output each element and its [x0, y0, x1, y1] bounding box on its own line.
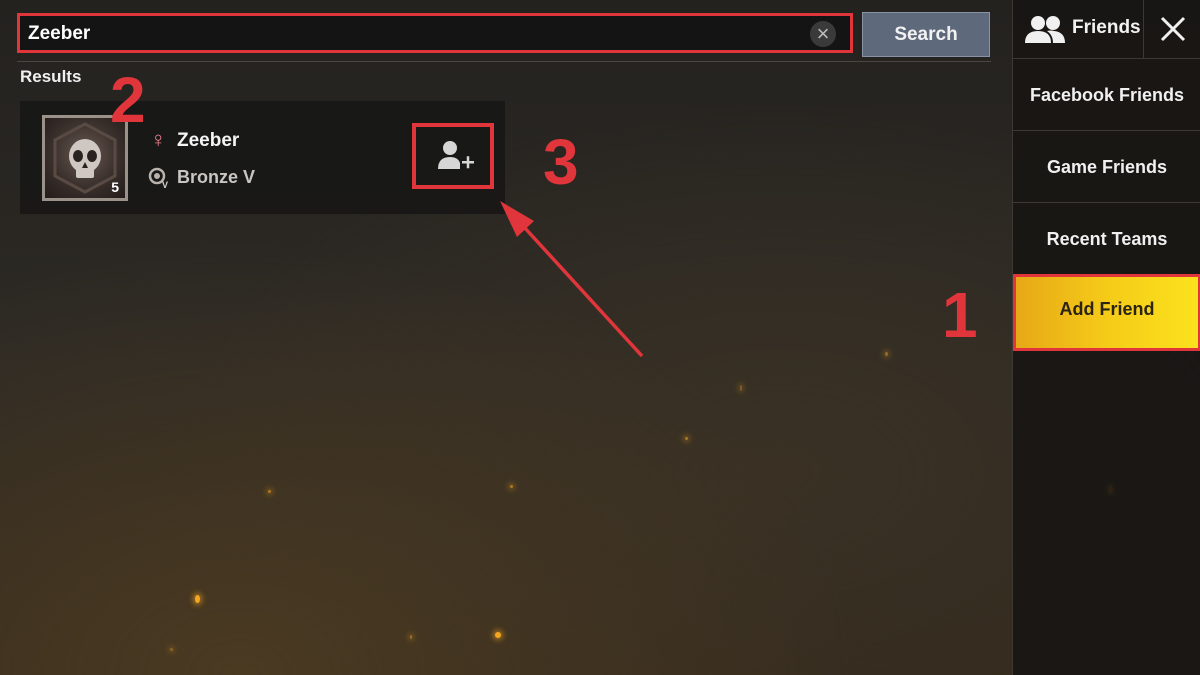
- side-panel: Friends Facebook Friends Game Friends Re…: [1012, 0, 1200, 675]
- ember-particle: [268, 490, 271, 493]
- tab-friends[interactable]: Friends: [1013, 0, 1143, 58]
- friends-icon: [1025, 16, 1065, 43]
- ember-particle: [410, 635, 412, 639]
- sidebar-item-facebook-friends[interactable]: Facebook Friends: [1013, 60, 1200, 131]
- result-card[interactable]: 5 ♀ Zeeber V Bronze V: [20, 101, 505, 214]
- add-friend-icon-button[interactable]: [412, 123, 494, 189]
- ember-particle: [495, 632, 501, 638]
- panel-header: Friends: [1013, 0, 1200, 59]
- close-button[interactable]: [1143, 0, 1200, 58]
- close-icon: [1160, 16, 1186, 42]
- ember-particle: [885, 352, 888, 356]
- avatar-level: 5: [111, 179, 119, 195]
- step-number-2: 2: [110, 64, 146, 136]
- friends-label: Friends: [1072, 17, 1141, 38]
- search-box[interactable]: ×: [17, 13, 853, 53]
- sidebar-item-recent-teams[interactable]: Recent Teams: [1013, 204, 1200, 275]
- ember-particle: [195, 595, 200, 603]
- bronze-rank-icon: V: [148, 167, 168, 189]
- add-user-icon: [438, 141, 474, 169]
- search-button[interactable]: Search: [862, 12, 990, 57]
- sidebar-item-add-friend[interactable]: Add Friend: [1013, 274, 1200, 351]
- search-input[interactable]: [26, 20, 800, 48]
- results-label: Results: [20, 67, 82, 86]
- ember-particle: [510, 485, 513, 488]
- ember-particle: [740, 385, 742, 391]
- ember-particle: [170, 648, 173, 651]
- ember-particle: [685, 437, 688, 440]
- step-number-3: 3: [543, 126, 579, 198]
- step-number-1: 1: [942, 279, 978, 351]
- rank-name: Bronze V: [177, 167, 256, 187]
- close-icon[interactable]: ×: [810, 21, 836, 47]
- player-name: Zeeber: [177, 130, 240, 151]
- svg-text:V: V: [162, 180, 168, 189]
- divider: [17, 61, 991, 62]
- sidebar-item-game-friends[interactable]: Game Friends: [1013, 132, 1200, 203]
- female-icon: ♀: [150, 127, 167, 152]
